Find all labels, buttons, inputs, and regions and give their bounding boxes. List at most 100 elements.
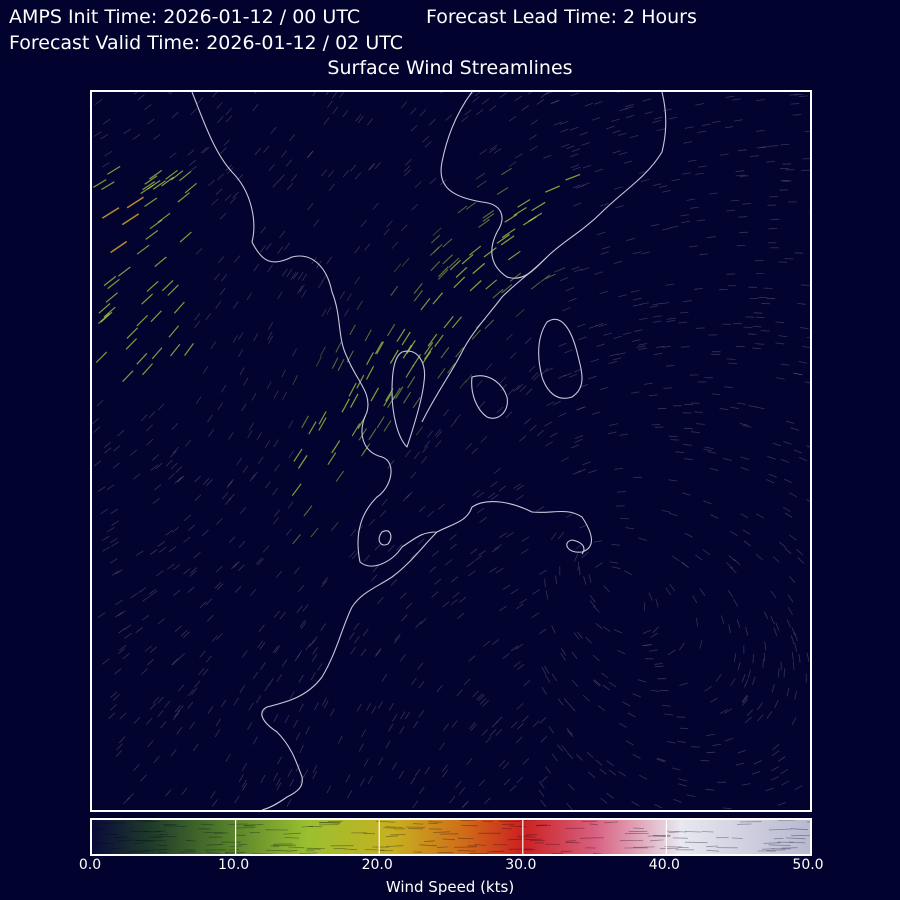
streamline-segment [789, 534, 797, 541]
streamline-segment [208, 179, 215, 187]
streamline-segment [348, 382, 357, 397]
colorbar-streak [93, 828, 104, 830]
streamline-segment [370, 387, 380, 402]
streamline-segment [171, 422, 178, 430]
streamline-segment [737, 749, 747, 754]
streamline-segment [106, 526, 115, 533]
streamline-segment [259, 245, 266, 253]
streamline-segment [277, 246, 284, 254]
streamline-segment [445, 559, 453, 566]
streamline-segment [158, 546, 167, 553]
streamline-segment [771, 750, 780, 757]
streamline-segment [193, 551, 201, 559]
streamline-segment [147, 118, 155, 125]
streamline-segment [575, 543, 583, 550]
streamline-segment [538, 628, 547, 635]
streamline-segment [793, 449, 802, 454]
streamline-segment [388, 702, 395, 711]
streamline-segment [789, 492, 797, 498]
streamline-segment [469, 245, 482, 256]
streamline-segment [221, 492, 229, 500]
streamline-segment [216, 518, 223, 525]
streamline-segment [215, 718, 222, 727]
streamline-segment [625, 114, 635, 119]
streamline-segment [118, 736, 126, 744]
streamline-segment [523, 418, 531, 425]
streamline-segment [609, 353, 619, 357]
streamline-segment [523, 679, 531, 687]
streamline-segment [472, 690, 479, 698]
streamline-segment [98, 303, 111, 314]
streamline-segment [119, 644, 127, 651]
streamline-segment [301, 290, 307, 298]
streamline-segment [419, 617, 427, 625]
streamline-segment [617, 649, 626, 655]
streamline-segment [149, 703, 157, 710]
streamline-segment [774, 700, 779, 709]
streamline-segment [513, 206, 527, 217]
streamline-segment [632, 693, 641, 698]
streamline-segment [472, 489, 480, 496]
streamline-segment [350, 164, 357, 172]
streamline-segment [260, 226, 267, 234]
streamline-segment [101, 546, 110, 552]
streamline-segment [686, 198, 696, 201]
wind-streamlines [92, 92, 810, 810]
streamline-segment [706, 733, 715, 736]
streamline-segment [349, 324, 356, 336]
streamline-segment [298, 271, 304, 280]
streamline-segment [722, 807, 732, 809]
streamline-segment [149, 549, 158, 555]
streamline-segment [419, 109, 427, 117]
streamline-segment [550, 100, 559, 105]
streamline-segment [568, 373, 578, 378]
streamline-segment [455, 781, 462, 789]
streamline-segment [276, 674, 282, 682]
streamline-segment [769, 145, 779, 147]
streamline-segment [780, 768, 789, 775]
streamline-segment [302, 604, 309, 612]
streamline-segment [640, 302, 649, 305]
streamline-segment [411, 203, 419, 211]
streamline-segment [570, 164, 580, 169]
streamline-segment [577, 468, 586, 473]
streamline-segment [401, 257, 410, 267]
streamline-segment [151, 347, 163, 360]
streamline-segment [593, 605, 600, 613]
streamline-segment [170, 462, 178, 470]
streamline-segment [668, 479, 677, 482]
streamline-segment [277, 756, 282, 765]
streamline-segment [794, 643, 798, 652]
streamline-segment [499, 92, 507, 99]
streamline-segment [314, 702, 319, 711]
streamline-segment [135, 627, 143, 634]
streamline-segment [709, 697, 718, 703]
streamline-segment [194, 680, 201, 688]
streamline-segment [337, 735, 343, 744]
streamline-segment [618, 771, 627, 777]
streamline-segment [699, 588, 706, 597]
streamline-segment [263, 145, 270, 153]
streamline-segment [187, 149, 195, 156]
streamline-segment [210, 341, 217, 350]
streamline-segment [205, 312, 212, 321]
streamline-segment [521, 715, 529, 723]
streamline-segment [381, 674, 388, 682]
streamline-segment [327, 170, 335, 178]
streamline-segment [629, 135, 639, 139]
streamline-segment [508, 161, 517, 167]
streamline-segment [560, 128, 569, 133]
streamline-segment [234, 795, 240, 804]
streamline-segment [480, 436, 488, 443]
streamline-segment [796, 548, 804, 556]
streamline-segment [706, 236, 716, 238]
streamline-segment [798, 361, 808, 364]
streamline-segment [149, 219, 163, 230]
coastline-north [440, 92, 548, 279]
streamline-segment [236, 457, 243, 466]
streamline-segment [775, 622, 780, 631]
colorbar-streak [273, 844, 296, 847]
streamline-segment [116, 743, 123, 751]
streamline-segment [495, 729, 503, 736]
streamline-segment [335, 341, 342, 353]
